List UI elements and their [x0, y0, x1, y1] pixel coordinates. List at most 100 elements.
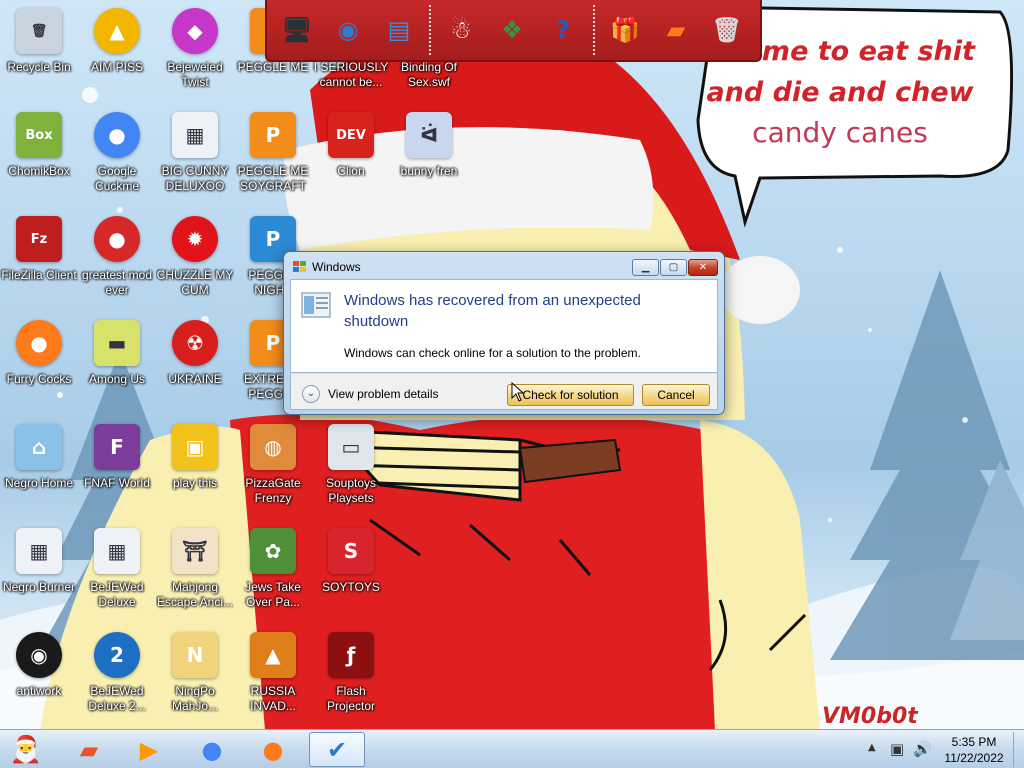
- desktop-icon[interactable]: ▬ Among Us: [78, 316, 156, 416]
- desktop-icon[interactable]: ▦ BeJEWed Deluxe: [78, 524, 156, 624]
- desktop-icon-label: Negro Burner: [2, 580, 76, 594]
- desktop-icon[interactable]: ● greatest mod ever: [78, 212, 156, 312]
- filezilla-icon: Fz: [16, 216, 62, 262]
- trash-icon[interactable]: 🗑: [705, 8, 749, 52]
- help-icon[interactable]: ?: [541, 8, 585, 52]
- show-desktop-button[interactable]: [1013, 732, 1023, 767]
- volume-tray-icon[interactable]: 🔊: [913, 740, 932, 758]
- desktop-icon[interactable]: ✹ CHUZZLE MY CUM: [156, 212, 234, 312]
- desktop-icon[interactable]: ⛩ Mahjong Escape Anci...: [156, 524, 234, 624]
- media-player-icon[interactable]: ▶: [121, 732, 177, 767]
- desktop-icon-label: PizzaGate Frenzy: [245, 476, 301, 505]
- firefox-icon: ●: [16, 320, 62, 366]
- desktop-icon-label: Furry Cocks: [6, 372, 72, 386]
- desktop-icon[interactable]: ◉ antiwork: [0, 628, 78, 728]
- desktop-icon-label: FNAF World: [84, 476, 150, 490]
- windows-flag-icon: [293, 261, 306, 272]
- chrome-icon: ●: [94, 112, 140, 158]
- media-player-icon-glyph: ▶: [139, 735, 159, 764]
- computer-icon[interactable]: 🖥: [275, 8, 319, 52]
- desktop-icon[interactable]: ▣ play this: [156, 420, 234, 520]
- windows-logo-icon[interactable]: ❖: [490, 8, 534, 52]
- view-problem-details-link[interactable]: View problem details: [328, 387, 439, 401]
- dialog-content: Windows has recovered from an unexpected…: [290, 279, 718, 373]
- desktop-icon[interactable]: Box ChomikBox: [0, 108, 78, 208]
- desktop-icon-label: PEGGLE ME SOYGRAFT: [237, 164, 309, 193]
- desktop-icon[interactable]: F FNAF World: [78, 420, 156, 520]
- desktop-icon[interactable]: ⌂ Negro Home: [0, 420, 78, 520]
- desktop-icon[interactable]: ▲ RUSSIA INVAD...: [234, 628, 312, 728]
- desktop-icon[interactable]: ✿ Jews Take Over Pa...: [234, 524, 312, 624]
- minimize-button[interactable]: ▁: [632, 259, 659, 276]
- clock-date: 11/22/2022: [944, 751, 1004, 765]
- gift-box-icon[interactable]: 🎁: [603, 8, 647, 52]
- desktop-icon[interactable]: Fz FileZilla Client: [0, 212, 78, 312]
- window-report-icon: [301, 292, 331, 318]
- desktop-icon-label: Binding Of Sex.swf: [400, 60, 458, 89]
- flash-icon: ƒ: [328, 632, 374, 678]
- desktop-icon[interactable]: ◆ Bejeweled Twist: [156, 4, 234, 104]
- fnaf-icon: F: [94, 424, 140, 470]
- top-launcher-toolbar: 🖥 ◉ ▤ ☃ ❖? 🎁 ▰ 🗑: [265, 0, 762, 62]
- desktop-icon-label: Mahjong Escape Anci...: [156, 580, 234, 609]
- tray-expand-icon[interactable]: ▲: [868, 742, 876, 753]
- problem-reports-icon-glyph: ✔: [326, 735, 348, 764]
- file-manager-icon[interactable]: ▰: [61, 732, 117, 767]
- desktop-icon[interactable]: N NingPo MahJo...: [156, 628, 234, 728]
- desktop-icon[interactable]: ● Google Cuckme: [78, 108, 156, 208]
- desktop-icon[interactable]: ◍ PizzaGate Frenzy: [234, 420, 312, 520]
- network-globe-icon[interactable]: ◉: [326, 8, 370, 52]
- taskbar: 🎅 ▰ ▶ ● ● ✔ ▲ ▣ 🔊 5:35 PM 11/22/2022: [0, 729, 1024, 768]
- firefox-taskbar-icon-glyph: ●: [262, 735, 284, 764]
- close-button[interactable]: ✕: [688, 259, 718, 276]
- snowman-icon[interactable]: ☃: [439, 8, 483, 52]
- maximize-button[interactable]: ▢: [660, 259, 687, 276]
- desktop-icon-label: BeJEWed Deluxe: [90, 580, 144, 609]
- desktop-icon[interactable]: ● Furry Cocks: [0, 316, 78, 416]
- check-for-solution-button[interactable]: Check for solution: [507, 384, 634, 406]
- folder-icon[interactable]: ▰: [654, 8, 698, 52]
- desktop-icon[interactable]: S SOYTOYS: [312, 524, 390, 624]
- antiwork-icon: ◉: [16, 632, 62, 678]
- network-tray-icon[interactable]: ▣: [890, 740, 904, 758]
- toolbar-separator: [593, 5, 595, 55]
- desktop-icon-label: PEGGLE ME: [237, 60, 309, 74]
- desktop-icon-label: Flash Projector: [326, 684, 376, 713]
- desktop-icon[interactable]: DEV Clion: [312, 108, 390, 208]
- file-manager-icon-glyph: ▰: [79, 735, 99, 764]
- desktop-icon[interactable]: P PEGGLE ME SOYGRAFT: [234, 108, 312, 208]
- chrome-taskbar-icon[interactable]: ●: [184, 732, 240, 767]
- desktop-icon-label: BIG CUNNY DELUXOO: [161, 164, 229, 193]
- start-button-santa-icon[interactable]: 🎅: [6, 731, 46, 768]
- desktop-icon[interactable]: ▦ Negro Burner: [0, 524, 78, 624]
- dialog-title: Windows: [312, 260, 361, 274]
- desktop-icon[interactable]: 2 BeJEWed Deluxe 2...: [78, 628, 156, 728]
- desktop-icon-label: Recycle Bin: [7, 60, 71, 74]
- desktop-icon[interactable]: ƒ Flash Projector: [312, 628, 390, 728]
- pizza-icon: ◍: [250, 424, 296, 470]
- cancel-button[interactable]: Cancel: [642, 384, 710, 406]
- desktop-icon[interactable]: ᐛ bunny fren: [390, 108, 468, 208]
- desktop-icon-label: Jews Take Over Pa...: [245, 580, 301, 609]
- system-clock[interactable]: 5:35 PM 11/22/2022: [936, 734, 1012, 766]
- desktop-icon[interactable]: ▲ AIM PISS: [78, 4, 156, 104]
- desktop-icon-label: Google Cuckme: [94, 164, 139, 193]
- desktop-icon[interactable]: ▭ Souptoys Playsets: [312, 420, 390, 520]
- desktop-icon-label: SOYTOYS: [322, 580, 380, 594]
- mahjong-tile-icon: ▣: [172, 424, 218, 470]
- desktop-icon[interactable]: ▦ BIG CUNNY DELUXOO: [156, 108, 234, 208]
- desktop-icon[interactable]: ☢ UKRAINE: [156, 316, 234, 416]
- control-panel-icon[interactable]: ▤: [377, 8, 421, 52]
- radiation-icon: ☢: [172, 320, 218, 366]
- desktop-icon-label: bunny fren: [400, 164, 458, 178]
- bejeweled-2-icon: 2: [94, 632, 140, 678]
- problem-reports-icon[interactable]: ✔: [309, 732, 365, 767]
- chevron-down-icon[interactable]: ⌄: [302, 385, 320, 403]
- soytoys-icon: S: [328, 528, 374, 574]
- desktop-icon-label: FileZilla Client: [1, 268, 77, 282]
- desktop-icon[interactable]: 🗑 Recycle Bin: [0, 4, 78, 104]
- firefox-taskbar-icon[interactable]: ●: [245, 732, 301, 767]
- desktop-icon-label: Negro Home: [4, 476, 74, 490]
- desktop-icon-label: CHUZZLE MY CUM: [156, 268, 234, 297]
- document-icon: ▦: [94, 528, 140, 574]
